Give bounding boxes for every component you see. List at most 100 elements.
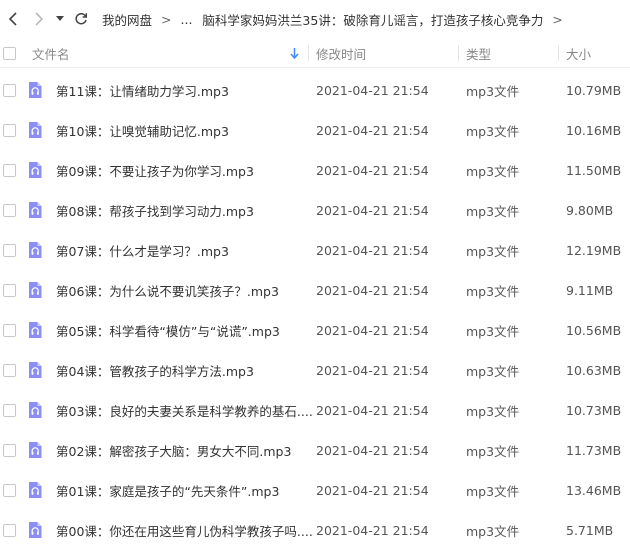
row-checkbox[interactable] [3, 310, 17, 350]
file-modified-time: 2021-04-21 21:54 [316, 482, 429, 498]
audio-file-icon [27, 350, 43, 390]
file-size: 10.63MB [566, 362, 622, 378]
file-size: 9.11MB [566, 282, 614, 298]
file-row[interactable]: 第05课：科学看待“模仿”与“说谎”.mp3 2021-04-21 21:54 … [0, 310, 630, 350]
checkbox-box [3, 46, 16, 60]
checkbox-box [3, 523, 16, 537]
checkbox-box [3, 163, 16, 177]
column-header-modified[interactable]: 修改时间 [316, 38, 366, 68]
file-row[interactable]: 第07课：什么才是学习？.mp3 2021-04-21 21:54 mp3文件 … [0, 230, 630, 270]
arrow-down-icon [290, 47, 299, 59]
file-name[interactable]: 第01课：家庭是孩子的“先天条件”.mp3 [56, 470, 279, 510]
file-size: 10.56MB [566, 322, 622, 338]
file-size: 13.46MB [566, 482, 622, 498]
file-modified-time: 2021-04-21 21:54 [316, 442, 429, 458]
file-modified-time: 2021-04-21 21:54 [316, 362, 429, 378]
file-name[interactable]: 第03课：良好的夫妻关系是科学教养的基石.... [56, 390, 313, 430]
row-checkbox[interactable] [3, 230, 17, 270]
file-row[interactable]: 第02课：解密孩子大脑：男女大不同.mp3 2021-04-21 21:54 m… [0, 430, 630, 470]
file-row[interactable]: 第03课：良好的夫妻关系是科学教养的基石.... 2021-04-21 21:5… [0, 390, 630, 430]
file-row[interactable]: 第01课：家庭是孩子的“先天条件”.mp3 2021-04-21 21:54 m… [0, 470, 630, 510]
row-checkbox[interactable] [3, 470, 17, 510]
file-list-header: 文件名 修改时间 类型 大小 [0, 38, 630, 68]
breadcrumb-separator: > [552, 11, 563, 27]
breadcrumb: 我的网盘 > ... 脑科学家妈妈洪兰35讲：破除育儿谣言，打造孩子核心竞争力 … [102, 10, 572, 29]
file-modified-time: 2021-04-21 21:54 [316, 82, 429, 98]
checkbox-box [3, 323, 16, 337]
row-checkbox[interactable] [3, 510, 17, 550]
breadcrumb-item-ellipsis[interactable]: ... [181, 12, 193, 27]
navigation-bar: 我的网盘 > ... 脑科学家妈妈洪兰35讲：破除育儿谣言，打造孩子核心竞争力 … [0, 0, 630, 38]
file-type: mp3文件 [466, 523, 520, 539]
file-type: mp3文件 [466, 83, 520, 99]
breadcrumb-item-my-drive[interactable]: 我的网盘 [102, 10, 152, 29]
audio-file-icon [27, 190, 43, 230]
column-divider[interactable] [558, 45, 559, 61]
file-type: mp3文件 [466, 323, 520, 339]
file-size: 11.50MB [566, 162, 622, 178]
refresh-icon [75, 12, 88, 25]
checkbox-box [3, 363, 16, 377]
row-checkbox[interactable] [3, 390, 17, 430]
file-type: mp3文件 [466, 283, 520, 299]
file-name[interactable]: 第10课：让嗅觉辅助记忆.mp3 [56, 110, 229, 150]
row-checkbox[interactable] [3, 150, 17, 190]
file-row[interactable]: 第06课：为什么说不要讥笑孩子？.mp3 2021-04-21 21:54 mp… [0, 270, 630, 310]
file-row[interactable]: 第11课：让情绪助力学习.mp3 2021-04-21 21:54 mp3文件 … [0, 70, 630, 110]
breadcrumb-separator: > [161, 11, 172, 27]
breadcrumb-item-current-folder[interactable]: 脑科学家妈妈洪兰35讲：破除育儿谣言，打造孩子核心竞争力 [202, 10, 543, 29]
file-name[interactable]: 第09课：不要让孩子为你学习.mp3 [56, 150, 254, 190]
audio-file-icon [27, 270, 43, 310]
file-row[interactable]: 第10课：让嗅觉辅助记忆.mp3 2021-04-21 21:54 mp3文件 … [0, 110, 630, 150]
file-name[interactable]: 第07课：什么才是学习？.mp3 [56, 230, 229, 270]
column-divider[interactable] [458, 45, 459, 61]
audio-file-icon [27, 230, 43, 270]
file-modified-time: 2021-04-21 21:54 [316, 282, 429, 298]
row-checkbox[interactable] [3, 350, 17, 390]
file-row[interactable]: 第04课：管教孩子的科学方法.mp3 2021-04-21 21:54 mp3文… [0, 350, 630, 390]
select-all-checkbox[interactable] [3, 38, 17, 68]
file-size: 11.73MB [566, 442, 622, 458]
file-name[interactable]: 第08课：帮孩子找到学习动力.mp3 [56, 190, 254, 230]
file-name[interactable]: 第05课：科学看待“模仿”与“说谎”.mp3 [56, 310, 280, 350]
column-header-type[interactable]: 类型 [466, 38, 491, 68]
checkbox-box [3, 123, 16, 137]
file-row[interactable]: 第08课：帮孩子找到学习动力.mp3 2021-04-21 21:54 mp3文… [0, 190, 630, 230]
audio-file-icon [27, 430, 43, 470]
sort-arrow-icon[interactable] [290, 38, 299, 68]
audio-file-icon [27, 510, 43, 550]
file-type: mp3文件 [466, 203, 520, 219]
file-name[interactable]: 第04课：管教孩子的科学方法.mp3 [56, 350, 254, 390]
column-header-size[interactable]: 大小 [566, 38, 591, 68]
file-name[interactable]: 第00课：你还在用这些育儿伪科学教孩子吗.... [56, 510, 313, 550]
file-modified-time: 2021-04-21 21:54 [316, 522, 429, 538]
refresh-button[interactable] [68, 0, 94, 38]
checkbox-box [3, 283, 16, 297]
audio-file-icon [27, 70, 43, 110]
row-checkbox[interactable] [3, 110, 17, 150]
row-checkbox[interactable] [3, 70, 17, 110]
file-name[interactable]: 第11课：让情绪助力学习.mp3 [56, 70, 229, 110]
back-button[interactable] [0, 0, 26, 38]
file-name[interactable]: 第06课：为什么说不要讥笑孩子？.mp3 [56, 270, 279, 310]
audio-file-icon [27, 150, 43, 190]
caret-down-icon [56, 16, 64, 21]
row-checkbox[interactable] [3, 270, 17, 310]
file-type: mp3文件 [466, 243, 520, 259]
file-modified-time: 2021-04-21 21:54 [316, 202, 429, 218]
history-dropdown-button[interactable] [52, 0, 68, 38]
file-type: mp3文件 [466, 443, 520, 459]
file-row[interactable]: 第09课：不要让孩子为你学习.mp3 2021-04-21 21:54 mp3文… [0, 150, 630, 190]
row-checkbox[interactable] [3, 430, 17, 470]
forward-button[interactable] [26, 0, 52, 38]
file-type: mp3文件 [466, 123, 520, 139]
file-row[interactable]: 第00课：你还在用这些育儿伪科学教孩子吗.... 2021-04-21 21:5… [0, 510, 630, 550]
file-name[interactable]: 第02课：解密孩子大脑：男女大不同.mp3 [56, 430, 291, 470]
row-checkbox[interactable] [3, 190, 17, 230]
column-divider[interactable] [308, 45, 309, 61]
column-header-name[interactable]: 文件名 [32, 38, 70, 68]
checkbox-box [3, 243, 16, 257]
checkbox-box [3, 203, 16, 217]
file-modified-time: 2021-04-21 21:54 [316, 122, 429, 138]
file-size: 12.19MB [566, 242, 622, 258]
